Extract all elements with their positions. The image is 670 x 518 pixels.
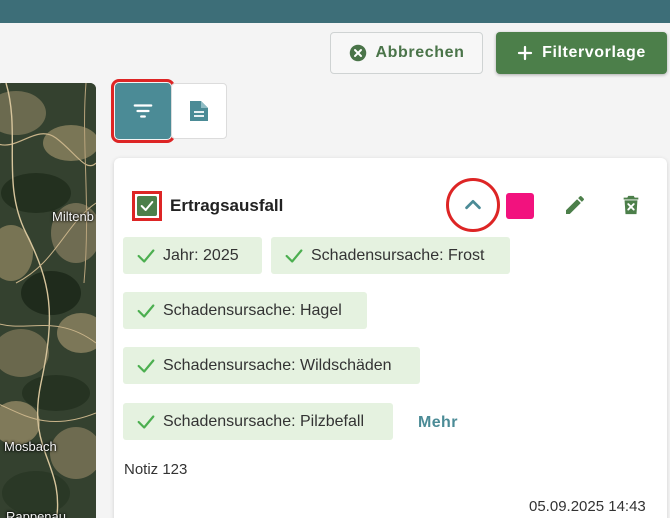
filter-chip-label: Schadensursache: Hagel <box>163 301 342 319</box>
filter-chip-label: Schadensursache: Pilzbefall <box>163 412 365 430</box>
filter-chip[interactable]: Jahr: 2025 <box>123 237 262 274</box>
document-icon <box>190 101 208 121</box>
check-icon <box>137 248 155 263</box>
check-icon <box>140 201 154 211</box>
filter-chip[interactable]: Schadensursache: Frost <box>271 237 510 274</box>
filter-view-button[interactable] <box>111 79 175 143</box>
filter-chip[interactable]: Schadensursache: Pilzbefall <box>123 403 393 440</box>
filter-chip[interactable]: Schadensursache: Hagel <box>123 292 367 329</box>
cancel-button-label: Abbrechen <box>375 44 465 61</box>
top-app-bar <box>0 0 670 23</box>
collapse-button[interactable] <box>446 178 500 232</box>
filter-chip-label: Schadensursache: Frost <box>311 246 485 264</box>
filter-chip-label: Jahr: 2025 <box>163 246 239 264</box>
check-icon <box>137 414 155 429</box>
map-label-rappenau: Rappenau <box>6 509 66 518</box>
check-icon <box>137 358 155 373</box>
filter-timestamp: 05.09.2025 14:43 <box>529 498 646 515</box>
map-label-miltenberg: Miltenb <box>52 209 94 224</box>
cancel-button[interactable]: Abbrechen <box>330 32 483 74</box>
filter-chip[interactable]: Schadensursache: Wildschäden <box>123 347 420 384</box>
trash-icon <box>623 195 639 215</box>
check-icon <box>285 248 303 263</box>
plus-icon <box>517 45 533 61</box>
chevron-up-icon <box>465 199 481 210</box>
delete-button[interactable] <box>617 191 645 219</box>
pencil-icon <box>566 195 585 214</box>
map-label-mosbach: Mosbach <box>4 439 57 454</box>
show-more-link[interactable]: Mehr <box>418 414 458 432</box>
new-filter-template-button[interactable]: Filtervorlage <box>496 32 667 74</box>
filter-title: Ertragsausfall <box>170 196 284 215</box>
edit-button[interactable] <box>561 191 589 219</box>
filter-enabled-checkbox[interactable] <box>132 191 162 221</box>
new-filter-template-label: Filtervorlage <box>542 44 646 61</box>
filter-icon <box>133 104 153 118</box>
filter-chip-label: Schadensursache: Wildschäden <box>163 356 392 374</box>
check-icon <box>137 303 155 318</box>
document-view-button[interactable] <box>171 83 227 139</box>
filter-note: Notiz 123 <box>124 461 188 478</box>
map-preview[interactable]: Miltenb Mosbach Rappenau <box>0 83 96 518</box>
cancel-circle-icon <box>349 44 366 62</box>
color-swatch[interactable] <box>506 193 534 219</box>
